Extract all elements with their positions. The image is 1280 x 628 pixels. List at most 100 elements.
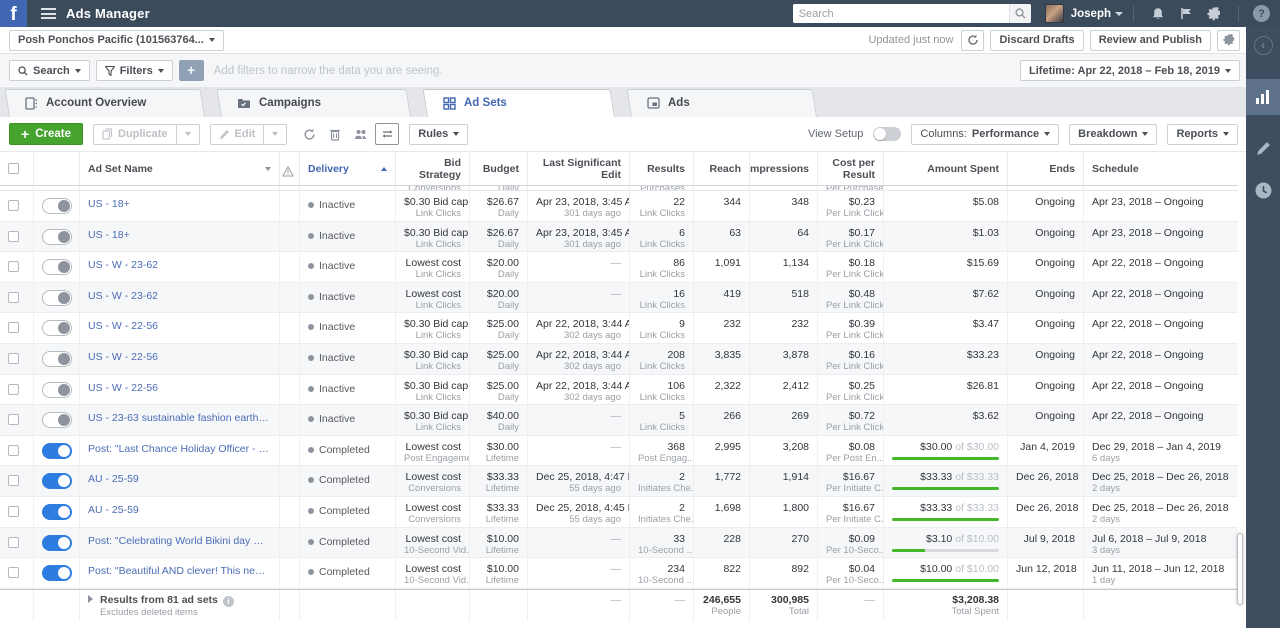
ad-set-name-link[interactable]: US - W - 23-62 bbox=[88, 259, 271, 272]
search-icon[interactable] bbox=[1008, 4, 1031, 23]
view-setup-toggle[interactable] bbox=[873, 127, 902, 141]
audience-icon[interactable] bbox=[349, 123, 373, 145]
column-header-ends[interactable]: Ends bbox=[1008, 152, 1084, 185]
reports-selector[interactable]: Reports bbox=[1167, 123, 1238, 145]
column-header-budget[interactable]: Budget bbox=[470, 152, 528, 185]
select-all-checkbox[interactable] bbox=[0, 152, 34, 185]
ad-set-toggle[interactable] bbox=[42, 503, 72, 520]
ad-set-toggle[interactable] bbox=[42, 381, 72, 398]
row-checkbox[interactable] bbox=[8, 414, 19, 426]
row-checkbox[interactable] bbox=[8, 322, 19, 334]
trash-icon[interactable] bbox=[323, 123, 347, 145]
ad-set-name-link[interactable]: Post: "Celebrating World Bikini day with… bbox=[88, 535, 271, 548]
ad-set-name-link[interactable]: US - 18+ bbox=[88, 229, 271, 242]
edit-dropdown-button[interactable] bbox=[264, 123, 288, 145]
columns-selector[interactable]: Columns: Performance bbox=[911, 123, 1060, 145]
ad-set-toggle[interactable] bbox=[42, 412, 72, 429]
column-header-results[interactable]: Results bbox=[630, 152, 694, 185]
ad-set-name-link[interactable]: Post: "Last Chance Holiday Officer - Pri… bbox=[88, 443, 271, 456]
ad-set-name-link[interactable]: US - 18+ bbox=[88, 198, 271, 211]
column-header-reach[interactable]: Reach bbox=[694, 152, 750, 185]
global-search-input[interactable] bbox=[792, 4, 1009, 23]
row-checkbox[interactable] bbox=[8, 230, 19, 242]
refresh-button[interactable] bbox=[961, 29, 985, 51]
create-button[interactable]: + Create bbox=[9, 123, 83, 145]
ad-set-toggle[interactable] bbox=[42, 320, 72, 337]
row-checkbox[interactable] bbox=[8, 475, 19, 487]
column-header-amount-spent[interactable]: Amount Spent bbox=[884, 152, 1008, 185]
footer-results-summary[interactable]: Results from 81 ad sets i bbox=[88, 594, 271, 607]
account-selector[interactable]: Posh Ponchos Pacific (101563764... bbox=[9, 29, 224, 51]
ad-set-name-link[interactable]: US - W - 23-62 bbox=[88, 290, 271, 303]
filters-button[interactable]: Filters bbox=[95, 60, 173, 81]
row-checkbox[interactable] bbox=[8, 536, 19, 548]
ad-set-name-link[interactable]: AU - 25-59 bbox=[88, 473, 271, 486]
date-range-selector[interactable]: Lifetime: Apr 22, 2018 – Feb 18, 2019 bbox=[1020, 60, 1240, 81]
swap-box-icon[interactable] bbox=[375, 123, 400, 145]
ad-set-name-link[interactable]: US - W - 22-56 bbox=[88, 382, 271, 395]
flag-icon[interactable] bbox=[1177, 7, 1195, 20]
notifications-bell-icon[interactable] bbox=[1149, 7, 1167, 21]
column-header-delivery[interactable]: Delivery bbox=[300, 152, 396, 185]
filter-placeholder[interactable]: Add filters to narrow the data you are s… bbox=[214, 65, 443, 77]
gear-icon[interactable] bbox=[1205, 6, 1223, 21]
menu-icon[interactable] bbox=[41, 8, 56, 19]
ad-set-name-link[interactable]: AU - 25-59 bbox=[88, 504, 271, 517]
user-menu[interactable]: Joseph bbox=[1044, 4, 1123, 23]
tab-ads[interactable]: Ads bbox=[626, 89, 817, 117]
row-checkbox[interactable] bbox=[8, 291, 19, 303]
column-header-cost-per-result[interactable]: Cost per Result bbox=[818, 152, 884, 185]
ad-set-toggle[interactable] bbox=[42, 565, 72, 582]
row-checkbox[interactable] bbox=[8, 383, 19, 395]
column-header-ad-set-name[interactable]: Ad Set Name bbox=[80, 152, 280, 185]
expand-caret-icon[interactable] bbox=[88, 594, 93, 603]
ad-set-name-link[interactable]: Post: "Beautiful AND clever! This new in… bbox=[88, 565, 271, 578]
tab-campaigns[interactable]: Campaigns bbox=[216, 89, 411, 117]
edit-button[interactable]: Edit bbox=[209, 123, 265, 145]
row-checkbox[interactable] bbox=[8, 444, 19, 456]
duplicate-button[interactable]: Duplicate bbox=[93, 123, 177, 145]
charts-panel-button[interactable] bbox=[1246, 79, 1280, 115]
results-cell: 16 Link Clicks bbox=[630, 282, 694, 313]
info-icon[interactable]: i bbox=[222, 595, 234, 607]
ad-set-toggle[interactable] bbox=[42, 289, 72, 306]
sort-caret-icon[interactable] bbox=[265, 166, 271, 171]
ad-set-toggle[interactable] bbox=[42, 473, 72, 490]
row-checkbox[interactable] bbox=[8, 200, 19, 211]
ad-set-name-link[interactable]: US - 23-63 sustainable fashion earth day bbox=[88, 412, 271, 425]
duplicate-dropdown-button[interactable] bbox=[176, 123, 200, 145]
column-header-schedule[interactable]: Schedule bbox=[1084, 152, 1238, 185]
collapse-rail-icon[interactable]: ‹ bbox=[1253, 36, 1273, 55]
ad-set-toggle[interactable] bbox=[42, 198, 72, 214]
ad-set-toggle[interactable] bbox=[42, 442, 72, 459]
search-filter-button[interactable]: Search bbox=[9, 60, 90, 81]
rules-button[interactable]: Rules bbox=[409, 123, 469, 145]
ad-set-name-link[interactable]: US - W - 22-56 bbox=[88, 320, 271, 333]
ad-set-toggle[interactable] bbox=[42, 228, 72, 245]
schedule-cell: Apr 22, 2018 – Ongoing bbox=[1092, 287, 1204, 300]
tab-ad-sets[interactable]: Ad Sets bbox=[422, 89, 615, 117]
row-checkbox[interactable] bbox=[8, 352, 19, 364]
settings-gear-button[interactable] bbox=[1217, 29, 1240, 51]
ad-set-toggle[interactable] bbox=[42, 350, 72, 367]
column-header-impressions[interactable]: Impressions bbox=[750, 152, 818, 185]
row-checkbox[interactable] bbox=[8, 567, 19, 579]
column-header-bid-strategy[interactable]: Bid Strategy bbox=[396, 152, 470, 185]
ad-set-toggle[interactable] bbox=[42, 534, 72, 551]
help-icon[interactable]: ? bbox=[1253, 5, 1270, 22]
row-checkbox[interactable] bbox=[8, 505, 19, 517]
edit-panel-button[interactable] bbox=[1256, 141, 1271, 156]
row-checkbox[interactable] bbox=[8, 261, 19, 273]
ad-set-name-link[interactable]: US - W - 22-56 bbox=[88, 351, 271, 364]
history-panel-button[interactable] bbox=[1255, 182, 1272, 199]
column-header-last-significant-edit[interactable]: Last Significant Edit bbox=[528, 152, 630, 185]
ad-set-toggle[interactable] bbox=[42, 259, 72, 276]
tab-account-overview[interactable]: Account Overview bbox=[4, 89, 206, 117]
undo-icon[interactable] bbox=[297, 123, 321, 145]
review-publish-button[interactable]: Review and Publish bbox=[1089, 29, 1211, 51]
breakdown-selector[interactable]: Breakdown bbox=[1069, 123, 1158, 145]
facebook-logo-icon[interactable]: f bbox=[0, 0, 27, 27]
add-filter-button[interactable]: + bbox=[178, 60, 204, 81]
discard-drafts-button[interactable]: Discard Drafts bbox=[990, 29, 1084, 51]
vertical-scrollbar[interactable] bbox=[1237, 533, 1243, 605]
